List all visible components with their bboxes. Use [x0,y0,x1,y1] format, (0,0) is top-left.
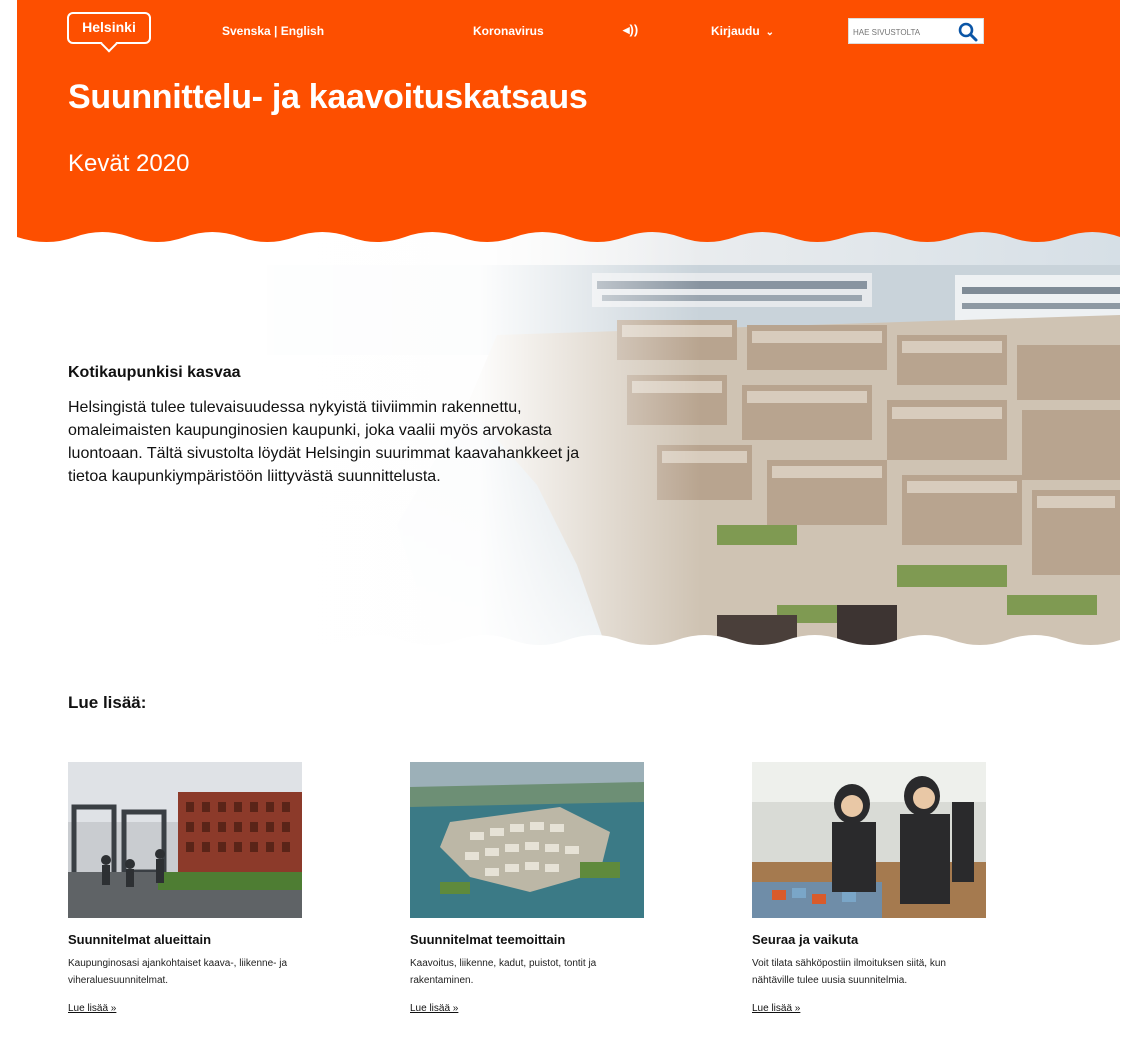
card-description: Kaavoitus, liikenne, kadut, puistot, ton… [410,958,597,986]
language-switch[interactable]: Svenska | English [222,24,324,38]
page-title: Suunnittelu- ja kaavoituskatsaus [68,78,588,116]
login-menu[interactable]: Kirjaudu ⌄ [711,24,774,38]
hero-heading: Kotikaupunkisi kasvaa [68,364,241,381]
readmore-heading: Lue lisää: [68,693,147,712]
read-more-link[interactable]: Lue lisää » [752,1003,800,1014]
card-description: Kaupunginosasi ajankohtaiset kaava-, lii… [68,958,288,986]
top-navigation: Helsinki Svenska | English Koronavirus ◂… [17,0,1120,50]
hero-body-text: Helsingistä tulee tulevaisuudessa nykyis… [68,399,580,485]
card-image-participate[interactable] [752,762,986,918]
card-title[interactable]: Suunnitelmat teemoittain [410,932,650,947]
hero-intro: Kotikaupunkisi kasvaa Helsingistä tulee … [68,364,608,488]
search-box [848,18,984,44]
login-label: Kirjaudu [711,24,760,38]
card-image-areas[interactable] [68,762,302,918]
card-participate: Seuraa ja vaikuta Voit tilata sähköposti… [752,762,992,1016]
read-more-link[interactable]: Lue lisää » [68,1003,116,1014]
page-subtitle: Kevät 2020 [68,150,190,177]
card-title[interactable]: Suunnitelmat alueittain [68,932,308,947]
card-areas: Suunnitelmat alueittain Kaupunginosasi a… [68,762,308,1016]
search-icon[interactable] [957,21,979,43]
speaker-icon[interactable]: ◂)) [623,22,638,38]
card-title[interactable]: Seuraa ja vaikuta [752,932,992,947]
helsinki-logo[interactable]: Helsinki [67,12,151,44]
card-image-themes[interactable] [410,762,644,918]
read-more-link[interactable]: Lue lisää » [410,1003,458,1014]
coronavirus-link[interactable]: Koronavirus [473,24,544,38]
header-banner: Helsinki Svenska | English Koronavirus ◂… [17,0,1120,250]
card-themes: Suunnitelmat teemoittain Kaavoitus, liik… [410,762,650,1016]
card-description: Voit tilata sähköpostiin ilmoituksen sii… [752,958,946,986]
chevron-down-icon: ⌄ [765,27,775,38]
search-input[interactable] [853,24,953,40]
